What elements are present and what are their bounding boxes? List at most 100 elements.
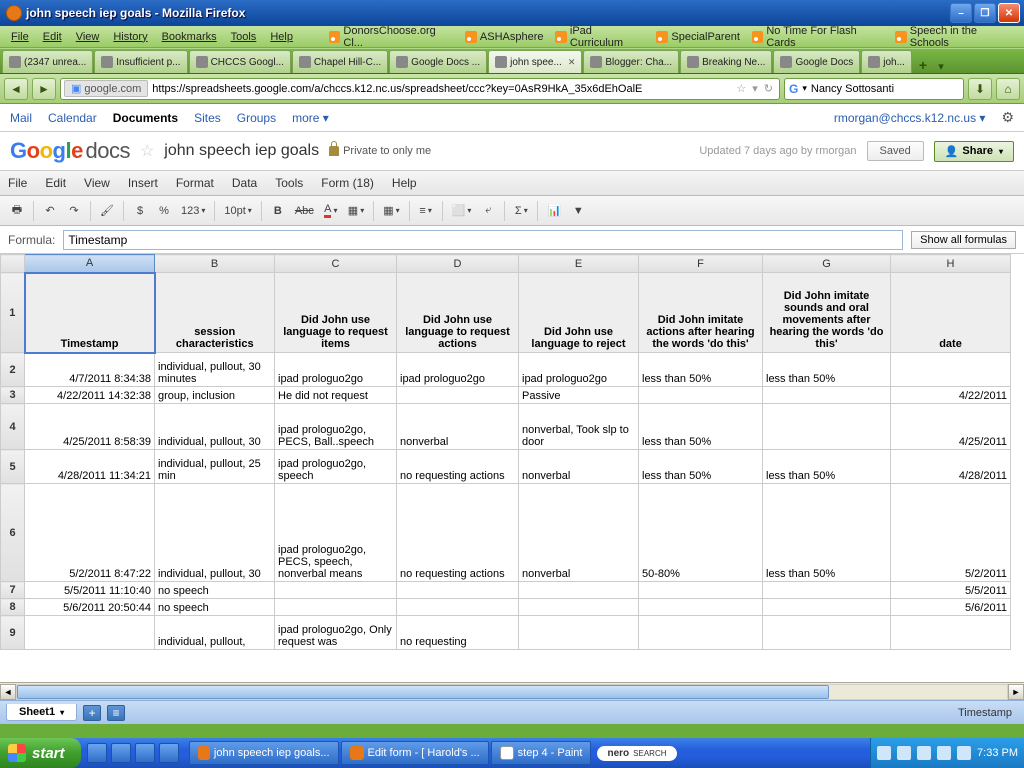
scroll-track[interactable]: [16, 684, 1008, 700]
browser-tab[interactable]: Chapel Hill-C...: [292, 50, 388, 73]
cell[interactable]: 4/28/2011: [891, 450, 1011, 484]
text-color-button[interactable]: A▾: [320, 200, 342, 222]
scroll-right-button[interactable]: ►: [1008, 684, 1024, 700]
gbar-link[interactable]: Documents: [113, 111, 178, 125]
cell[interactable]: no requesting actions: [397, 450, 519, 484]
search-box[interactable]: G ▾ Nancy Sottosanti: [784, 78, 964, 100]
gbar-link[interactable]: Groups: [237, 111, 276, 125]
browser-tab[interactable]: Google Docs ...: [389, 50, 487, 73]
cell[interactable]: [763, 616, 891, 650]
cell[interactable]: [763, 404, 891, 450]
cell[interactable]: [891, 353, 1011, 387]
merge-button[interactable]: ⬜▾: [448, 200, 476, 222]
start-button[interactable]: start: [0, 738, 81, 768]
row-header[interactable]: 3: [1, 387, 25, 404]
doc-menu-item[interactable]: Help: [392, 176, 417, 190]
browser-tab[interactable]: joh...: [861, 50, 912, 73]
quicklaunch-item[interactable]: [159, 743, 179, 763]
cell[interactable]: [25, 616, 155, 650]
browser-tab[interactable]: (2347 unrea...: [2, 50, 93, 73]
cell[interactable]: 4/25/2011: [891, 404, 1011, 450]
wrap-button[interactable]: ⤶: [477, 200, 499, 222]
bookmark-item[interactable]: SpecialParent: [652, 31, 744, 43]
ff-menu-item[interactable]: File: [6, 31, 34, 43]
cell[interactable]: less than 50%: [639, 450, 763, 484]
cell[interactable]: individual, pullout, 30 minutes: [155, 353, 275, 387]
cell[interactable]: 5/6/2011: [891, 599, 1011, 616]
scroll-left-button[interactable]: ◄: [0, 684, 16, 700]
cell[interactable]: [639, 582, 763, 599]
cell[interactable]: no requesting: [397, 616, 519, 650]
home-button[interactable]: ⌂: [996, 78, 1020, 100]
cell[interactable]: 4/22/2011 14:32:38: [25, 387, 155, 404]
all-sheets-button[interactable]: ≡: [107, 705, 125, 721]
cell[interactable]: no requesting actions: [397, 484, 519, 582]
cell[interactable]: Passive: [519, 387, 639, 404]
cell[interactable]: less than 50%: [763, 353, 891, 387]
column-header[interactable]: F: [639, 255, 763, 273]
cell[interactable]: [639, 599, 763, 616]
cell[interactable]: nonverbal: [519, 484, 639, 582]
ff-menu-item[interactable]: History: [108, 31, 152, 43]
percent-button[interactable]: %: [153, 200, 175, 222]
cell[interactable]: 5/2/2011 8:47:22: [25, 484, 155, 582]
borders-button[interactable]: ▦▾: [379, 200, 403, 222]
header-cell[interactable]: Did John use language to reject: [519, 273, 639, 353]
cell[interactable]: [639, 616, 763, 650]
cell[interactable]: ipad prologuo2go: [397, 353, 519, 387]
browser-tab[interactable]: CHCCS Googl...: [189, 50, 291, 73]
doc-menu-item[interactable]: Tools: [275, 176, 303, 190]
font-size-select[interactable]: 10pt▾: [220, 200, 255, 222]
row-header[interactable]: 1: [1, 273, 25, 353]
cell[interactable]: ipad prologuo2go: [519, 353, 639, 387]
cell[interactable]: nonverbal: [519, 450, 639, 484]
cell[interactable]: [763, 582, 891, 599]
functions-button[interactable]: Σ▾: [510, 200, 532, 222]
strikethrough-button[interactable]: Abc: [291, 200, 318, 222]
row-header[interactable]: 2: [1, 353, 25, 387]
cell[interactable]: [763, 599, 891, 616]
dropdown-icon[interactable]: ▾: [752, 82, 758, 95]
cell[interactable]: nonverbal: [397, 404, 519, 450]
cell[interactable]: [891, 616, 1011, 650]
row-header[interactable]: 6: [1, 484, 25, 582]
cell[interactable]: 4/22/2011: [891, 387, 1011, 404]
user-email[interactable]: rmorgan@chccs.k12.nc.us ▾: [834, 111, 986, 125]
browser-tab[interactable]: john spee...✕: [488, 50, 582, 73]
redo-button[interactable]: ↷: [63, 200, 85, 222]
cell[interactable]: ipad prologuo2go, PECS, Ball..speech: [275, 404, 397, 450]
gbar-link[interactable]: more ▾: [292, 111, 329, 125]
star-icon[interactable]: ☆: [140, 141, 154, 161]
bookmark-item[interactable]: Speech in the Schools: [891, 25, 1018, 49]
tray-icon[interactable]: [937, 746, 951, 760]
browser-tab[interactable]: Insufficient p...: [94, 50, 187, 73]
more-formats-button[interactable]: 123▾: [177, 200, 209, 222]
taskbar-task[interactable]: step 4 - Paint: [491, 741, 592, 765]
doc-menu-item[interactable]: Edit: [45, 176, 66, 190]
undo-button[interactable]: ↶: [39, 200, 61, 222]
filter-button[interactable]: ▼: [567, 200, 589, 222]
search-input[interactable]: Nancy Sottosanti: [811, 83, 959, 95]
doc-menu-item[interactable]: File: [8, 176, 27, 190]
cell[interactable]: 4/7/2011 8:34:38: [25, 353, 155, 387]
minimize-button[interactable]: –: [950, 3, 972, 23]
cell[interactable]: no speech: [155, 582, 275, 599]
cell[interactable]: ipad prologuo2go, PECS, speech, nonverba…: [275, 484, 397, 582]
cell[interactable]: He did not request: [275, 387, 397, 404]
fill-color-button[interactable]: ▦▾: [344, 200, 368, 222]
cell[interactable]: less than 50%: [639, 404, 763, 450]
cell[interactable]: group, inclusion: [155, 387, 275, 404]
row-header[interactable]: 5: [1, 450, 25, 484]
doc-menu-item[interactable]: Insert: [128, 176, 158, 190]
bookmark-item[interactable]: ASHAsphere: [461, 31, 548, 43]
column-header[interactable]: B: [155, 255, 275, 273]
cell[interactable]: [763, 387, 891, 404]
maximize-button[interactable]: ❐: [974, 3, 996, 23]
header-cell[interactable]: Did John use language to request actions: [397, 273, 519, 353]
paint-format-button[interactable]: 🖌: [96, 200, 118, 222]
cell[interactable]: no speech: [155, 599, 275, 616]
bookmark-item[interactable]: iPad Curriculum: [551, 25, 648, 49]
cell[interactable]: individual, pullout, 30: [155, 404, 275, 450]
tab-overflow-button[interactable]: ▾: [934, 60, 948, 73]
column-header[interactable]: G: [763, 255, 891, 273]
